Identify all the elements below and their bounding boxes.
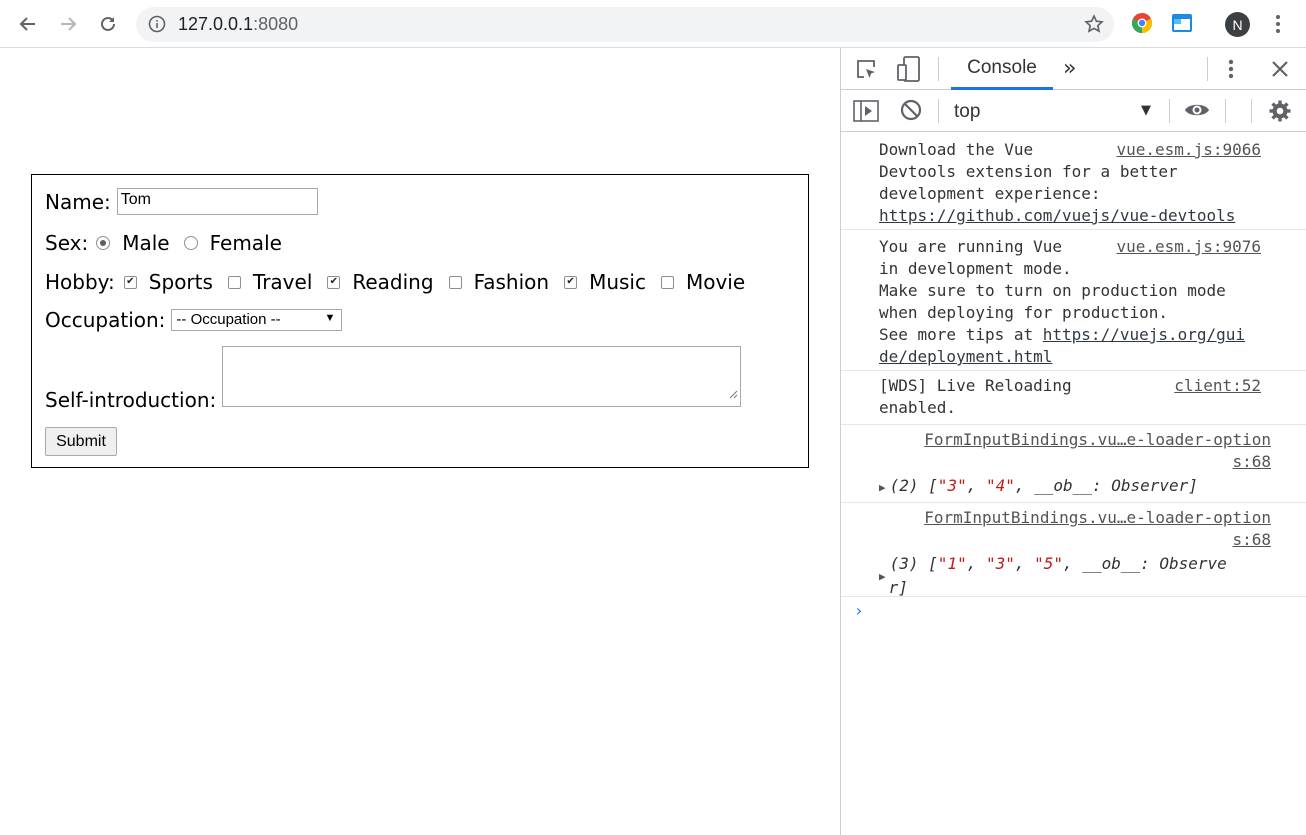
avatar[interactable]: N [1225, 12, 1250, 37]
devtools-separator [938, 99, 939, 123]
console-input-row[interactable]: › [841, 597, 1306, 627]
back-icon[interactable] [12, 8, 44, 40]
window-extension-icon[interactable] [1171, 12, 1193, 38]
devtools-separator [938, 57, 939, 81]
devtools-separator [1251, 99, 1252, 123]
sex-female-label: Female [209, 231, 282, 255]
sex-row: Sex: Male Female [45, 231, 294, 255]
hobby-fashion-label: Fashion [473, 270, 550, 294]
context-selector[interactable]: top [954, 101, 980, 123]
close-icon[interactable] [1270, 59, 1290, 79]
name-input[interactable]: Tom [116, 188, 318, 215]
console-message: You are running Vue in development mode.… [841, 230, 1306, 371]
hobby-fashion-checkbox[interactable] [448, 275, 462, 289]
form-container: Name: Tom Sex: Male Female Hobby: Sports… [31, 174, 809, 468]
hobby-reading-label: Reading [352, 270, 434, 294]
context-dropdown-icon[interactable]: ▼ [1141, 103, 1151, 118]
console-toolbar: top ▼ [841, 90, 1306, 132]
submit-button[interactable]: Submit [45, 427, 117, 456]
browser-toolbar: 127.0.0.1:8080 N [0, 0, 1306, 48]
intro-row: Self-introduction: [45, 346, 742, 412]
info-icon[interactable] [148, 15, 166, 37]
bookmark-star-icon[interactable] [1084, 14, 1104, 38]
address-bar[interactable]: 127.0.0.1:8080 [136, 7, 1114, 42]
gear-icon[interactable] [1268, 99, 1292, 123]
forward-icon[interactable] [52, 8, 84, 40]
devtools-menu-icon[interactable] [1226, 57, 1236, 81]
console-array-output[interactable]: ▶(3) ["1", "3", "5", __ob__: Observe r] [879, 553, 1227, 599]
console-source-link[interactable]: vue.esm.js:9066 [1117, 139, 1262, 161]
sex-male-radio[interactable] [96, 236, 111, 250]
console-source-link[interactable]: FormInputBindings.vu…e-loader-option s:6… [924, 507, 1271, 551]
expand-triangle-icon[interactable]: ▶ [879, 481, 886, 494]
web-page: Name: Tom Sex: Male Female Hobby: Sports… [0, 48, 840, 835]
console-source-link[interactable]: vue.esm.js:9076 [1117, 236, 1262, 258]
resize-grip-icon[interactable] [729, 380, 738, 404]
tab-console[interactable]: Console [951, 48, 1053, 90]
sidebar-toggle-icon[interactable] [853, 100, 879, 122]
intro-textarea[interactable] [222, 346, 742, 407]
console-message: FormInputBindings.vu…e-loader-option s:6… [841, 425, 1306, 503]
vue-deployment-link[interactable]: https://vuejs.org/gui [1043, 325, 1245, 344]
expand-triangle-icon[interactable]: ▶ [879, 570, 886, 583]
devtools-separator [1207, 57, 1208, 81]
console-message: [WDS] Live Reloading enabled. client:52 [841, 371, 1306, 425]
occupation-select-value: -- Occupation -- [176, 311, 281, 328]
console-array-output[interactable]: ▶ (2) ["3", "4", __ob__: Observer] [879, 475, 1198, 499]
live-expression-eye-icon[interactable] [1184, 100, 1210, 120]
name-row: Name: Tom [45, 188, 318, 215]
browser-menu-icon[interactable] [1268, 12, 1288, 40]
console-source-link[interactable]: client:52 [1174, 375, 1261, 397]
devtools-tab-bar: Console » [841, 48, 1306, 90]
hobby-sports-label: Sports [148, 270, 213, 294]
console-message-text: [WDS] Live Reloading enabled. [879, 376, 1072, 417]
vue-devtools-link[interactable]: https://github.com/vuejs/vue-devtools [879, 206, 1235, 225]
devtools-separator [1225, 99, 1226, 123]
hobby-movie-label: Movie [685, 270, 746, 294]
devtools-separator [1169, 99, 1170, 123]
url-text: 127.0.0.1:8080 [178, 14, 299, 34]
sex-male-label: Male [122, 231, 170, 255]
console-prompt-icon: › [854, 601, 864, 620]
reload-icon[interactable] [92, 8, 124, 40]
occupation-select[interactable]: -- Occupation -- ▼ [171, 309, 343, 331]
hobby-travel-checkbox[interactable] [227, 275, 241, 289]
inspect-element-icon[interactable] [855, 58, 877, 80]
sex-female-radio[interactable] [183, 236, 198, 250]
chrome-extension-icon[interactable] [1131, 12, 1153, 38]
console-message: FormInputBindings.vu…e-loader-option s:6… [841, 503, 1306, 597]
hobby-travel-label: Travel [252, 270, 313, 294]
hobby-movie-checkbox[interactable] [660, 275, 674, 289]
hobby-label: Hobby: [45, 270, 115, 294]
hobby-row: Hobby: Sports Travel Reading Fashion Mus… [45, 270, 757, 294]
clear-console-icon[interactable] [900, 99, 922, 121]
occupation-row: Occupation: -- Occupation -- ▼ [45, 308, 343, 332]
vue-deployment-link-cont[interactable]: de/deployment.html [879, 347, 1052, 366]
dropdown-arrow-icon: ▼ [324, 312, 336, 324]
console-messages: Download the Vue Devtools extension for … [841, 133, 1306, 627]
console-message: Download the Vue Devtools extension for … [841, 133, 1306, 230]
hobby-music-label: Music [589, 270, 646, 294]
more-tabs-icon[interactable]: » [1063, 56, 1076, 81]
console-source-link[interactable]: FormInputBindings.vu…e-loader-option s:6… [924, 429, 1271, 473]
intro-label: Self-introduction: [45, 388, 217, 412]
hobby-sports-checkbox[interactable] [123, 275, 137, 289]
name-label: Name: [45, 189, 111, 214]
devtools-panel: Console » top ▼ Download the Vue Devtool… [840, 48, 1306, 835]
occupation-label: Occupation: [45, 308, 166, 332]
hobby-music-checkbox[interactable] [564, 275, 578, 289]
hobby-reading-checkbox[interactable] [327, 275, 341, 289]
device-toolbar-icon[interactable] [897, 56, 921, 82]
sex-label: Sex: [45, 231, 89, 255]
